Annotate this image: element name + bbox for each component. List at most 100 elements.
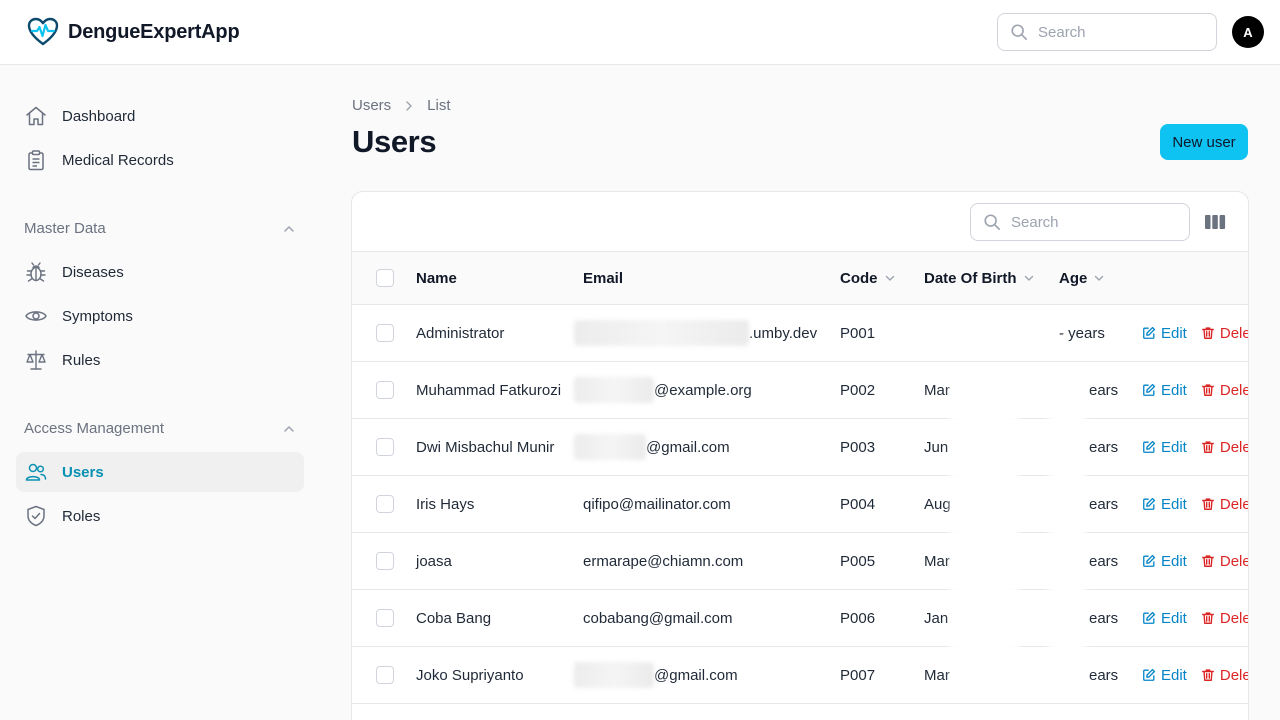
- chevron-up-icon[interactable]: [282, 222, 296, 236]
- row-checkbox[interactable]: [376, 324, 394, 342]
- table-row: Joko Supriyanto @gmail.com P007 Mar ears Edit…: [352, 647, 1248, 704]
- new-user-button[interactable]: New user: [1160, 124, 1248, 160]
- table-header-row: Name Email Code Date Of Birth Age: [352, 252, 1248, 305]
- row-actions: Edit Dele: [1142, 362, 1249, 418]
- sidebar-item-symptoms[interactable]: Symptoms: [16, 296, 304, 336]
- edit-button[interactable]: Edit: [1142, 382, 1187, 399]
- sidebar-item-label: Symptoms: [62, 307, 133, 325]
- chevron-down-icon: [1095, 275, 1104, 281]
- cell-dob: Mar: [924, 381, 950, 399]
- table-search[interactable]: [970, 203, 1190, 241]
- delete-button[interactable]: Dele: [1201, 609, 1249, 627]
- edit-label: Edit: [1161, 609, 1187, 627]
- sidebar-item-roles[interactable]: Roles: [16, 496, 304, 536]
- sidebar-item-label: Medical Records: [62, 151, 174, 169]
- cell-code: P003: [840, 438, 876, 456]
- cell-age: - years: [1059, 324, 1105, 342]
- search-icon: [1011, 24, 1028, 41]
- global-search-input[interactable]: [1038, 23, 1198, 41]
- shield-check-icon: [27, 505, 45, 527]
- table-search-input[interactable]: [1011, 213, 1171, 231]
- cell-email: @gmail.com: [574, 419, 730, 475]
- column-header-code[interactable]: Code: [840, 252, 896, 304]
- edit-button[interactable]: Edit: [1142, 439, 1187, 456]
- sidebar-item-label: Diseases: [62, 263, 124, 281]
- app-name: DengueExpertApp: [68, 20, 240, 43]
- edit-button[interactable]: Edit: [1142, 325, 1187, 342]
- delete-button[interactable]: Dele: [1201, 667, 1248, 684]
- edit-icon: [1143, 611, 1156, 624]
- cell-code: P002: [840, 381, 876, 399]
- cell-code: P001: [840, 324, 876, 342]
- trash-icon: [1201, 498, 1214, 510]
- user-avatar[interactable]: A: [1232, 16, 1264, 48]
- sidebar: Dashboard Medical Records Master Data Di…: [0, 65, 320, 720]
- sidebar-item-rules[interactable]: Rules: [16, 340, 304, 380]
- sidebar-item-users[interactable]: Users: [16, 452, 304, 492]
- home-icon: [26, 106, 46, 126]
- redaction-blur: [1048, 370, 1086, 688]
- delete-label: Dele: [1219, 381, 1249, 399]
- row-checkbox[interactable]: [376, 438, 394, 456]
- cell-email-text: .umby.dev: [749, 324, 818, 342]
- edit-button[interactable]: Edit: [1142, 496, 1187, 513]
- edit-label: Edit: [1161, 552, 1187, 570]
- column-header-age[interactable]: Age: [1059, 252, 1105, 304]
- row-checkbox[interactable]: [376, 666, 394, 684]
- delete-label: Dele: [1219, 609, 1249, 627]
- redacted-email-blur: [574, 377, 654, 403]
- chevron-right-icon: [406, 100, 412, 111]
- sidebar-item-dashboard[interactable]: Dashboard: [16, 96, 304, 136]
- top-bar: DengueExpertApp A: [0, 0, 1280, 65]
- row-checkbox[interactable]: [376, 495, 394, 513]
- delete-button[interactable]: Dele: [1201, 381, 1249, 399]
- row-checkbox[interactable]: [376, 381, 394, 399]
- redacted-email-blur: [574, 434, 646, 460]
- cell-email-text: @gmail.com: [654, 666, 738, 684]
- sidebar-item-label: Roles: [62, 507, 101, 525]
- sidebar-item-label: Users: [62, 463, 104, 481]
- global-search[interactable]: [997, 13, 1217, 51]
- delete-button[interactable]: Dele: [1201, 496, 1248, 513]
- edit-label: Edit: [1161, 438, 1187, 456]
- trash-icon: [1201, 555, 1214, 567]
- sidebar-group-master-data[interactable]: Master Data: [24, 220, 296, 237]
- edit-button[interactable]: Edit: [1142, 553, 1187, 570]
- brand[interactable]: DengueExpertApp: [26, 15, 240, 49]
- row-actions: Edit Dele: [1142, 647, 1248, 703]
- cell-age: ears: [1089, 666, 1119, 684]
- cell-email: cobabang@gmail.com: [583, 590, 732, 646]
- edit-label: Edit: [1161, 666, 1187, 684]
- delete-button[interactable]: Dele: [1201, 325, 1248, 342]
- chevron-down-icon: [1024, 275, 1033, 281]
- column-header-age-label: Age: [1059, 269, 1088, 287]
- cell-dob: Jun: [924, 438, 949, 456]
- cell-name: Muhammad Fatkurozi: [416, 381, 562, 399]
- sidebar-group-access-management[interactable]: Access Management: [24, 420, 296, 437]
- row-checkbox[interactable]: [376, 552, 394, 570]
- cell-email-text: cobabang@gmail.com: [583, 609, 733, 627]
- cell-email: @gmail.com: [574, 647, 738, 703]
- row-checkbox[interactable]: [376, 609, 394, 627]
- delete-button[interactable]: Dele: [1201, 439, 1248, 456]
- cell-dob: Aug: [924, 495, 951, 513]
- table-toolbar: [352, 192, 1248, 252]
- columns-toggle-icon[interactable]: [1204, 212, 1226, 232]
- column-header-dob-label: Date Of Birth: [924, 269, 1017, 287]
- cell-email-text: ermarape@chiamn.com: [583, 552, 744, 570]
- edit-button[interactable]: Edit: [1142, 610, 1187, 627]
- bug-icon: [26, 262, 46, 282]
- cell-age: ears: [1089, 438, 1119, 456]
- select-all-checkbox[interactable]: [376, 269, 394, 287]
- chevron-up-icon[interactable]: [282, 422, 296, 436]
- cell-age: ears: [1089, 381, 1119, 399]
- column-header-dob[interactable]: Date Of Birth: [924, 252, 1035, 304]
- row-actions: Edit Dele: [1142, 590, 1249, 646]
- sidebar-item-diseases[interactable]: Diseases: [16, 252, 304, 292]
- sidebar-item-medical-records[interactable]: Medical Records: [16, 140, 304, 180]
- edit-button[interactable]: Edit: [1142, 667, 1187, 684]
- table-row: Administrator .umby.dev P001 - years Edit Del…: [352, 305, 1248, 362]
- breadcrumb-item-users[interactable]: Users: [352, 97, 391, 114]
- cell-email: ermarape@chiamn.com: [583, 533, 743, 589]
- delete-button[interactable]: Dele: [1201, 553, 1248, 570]
